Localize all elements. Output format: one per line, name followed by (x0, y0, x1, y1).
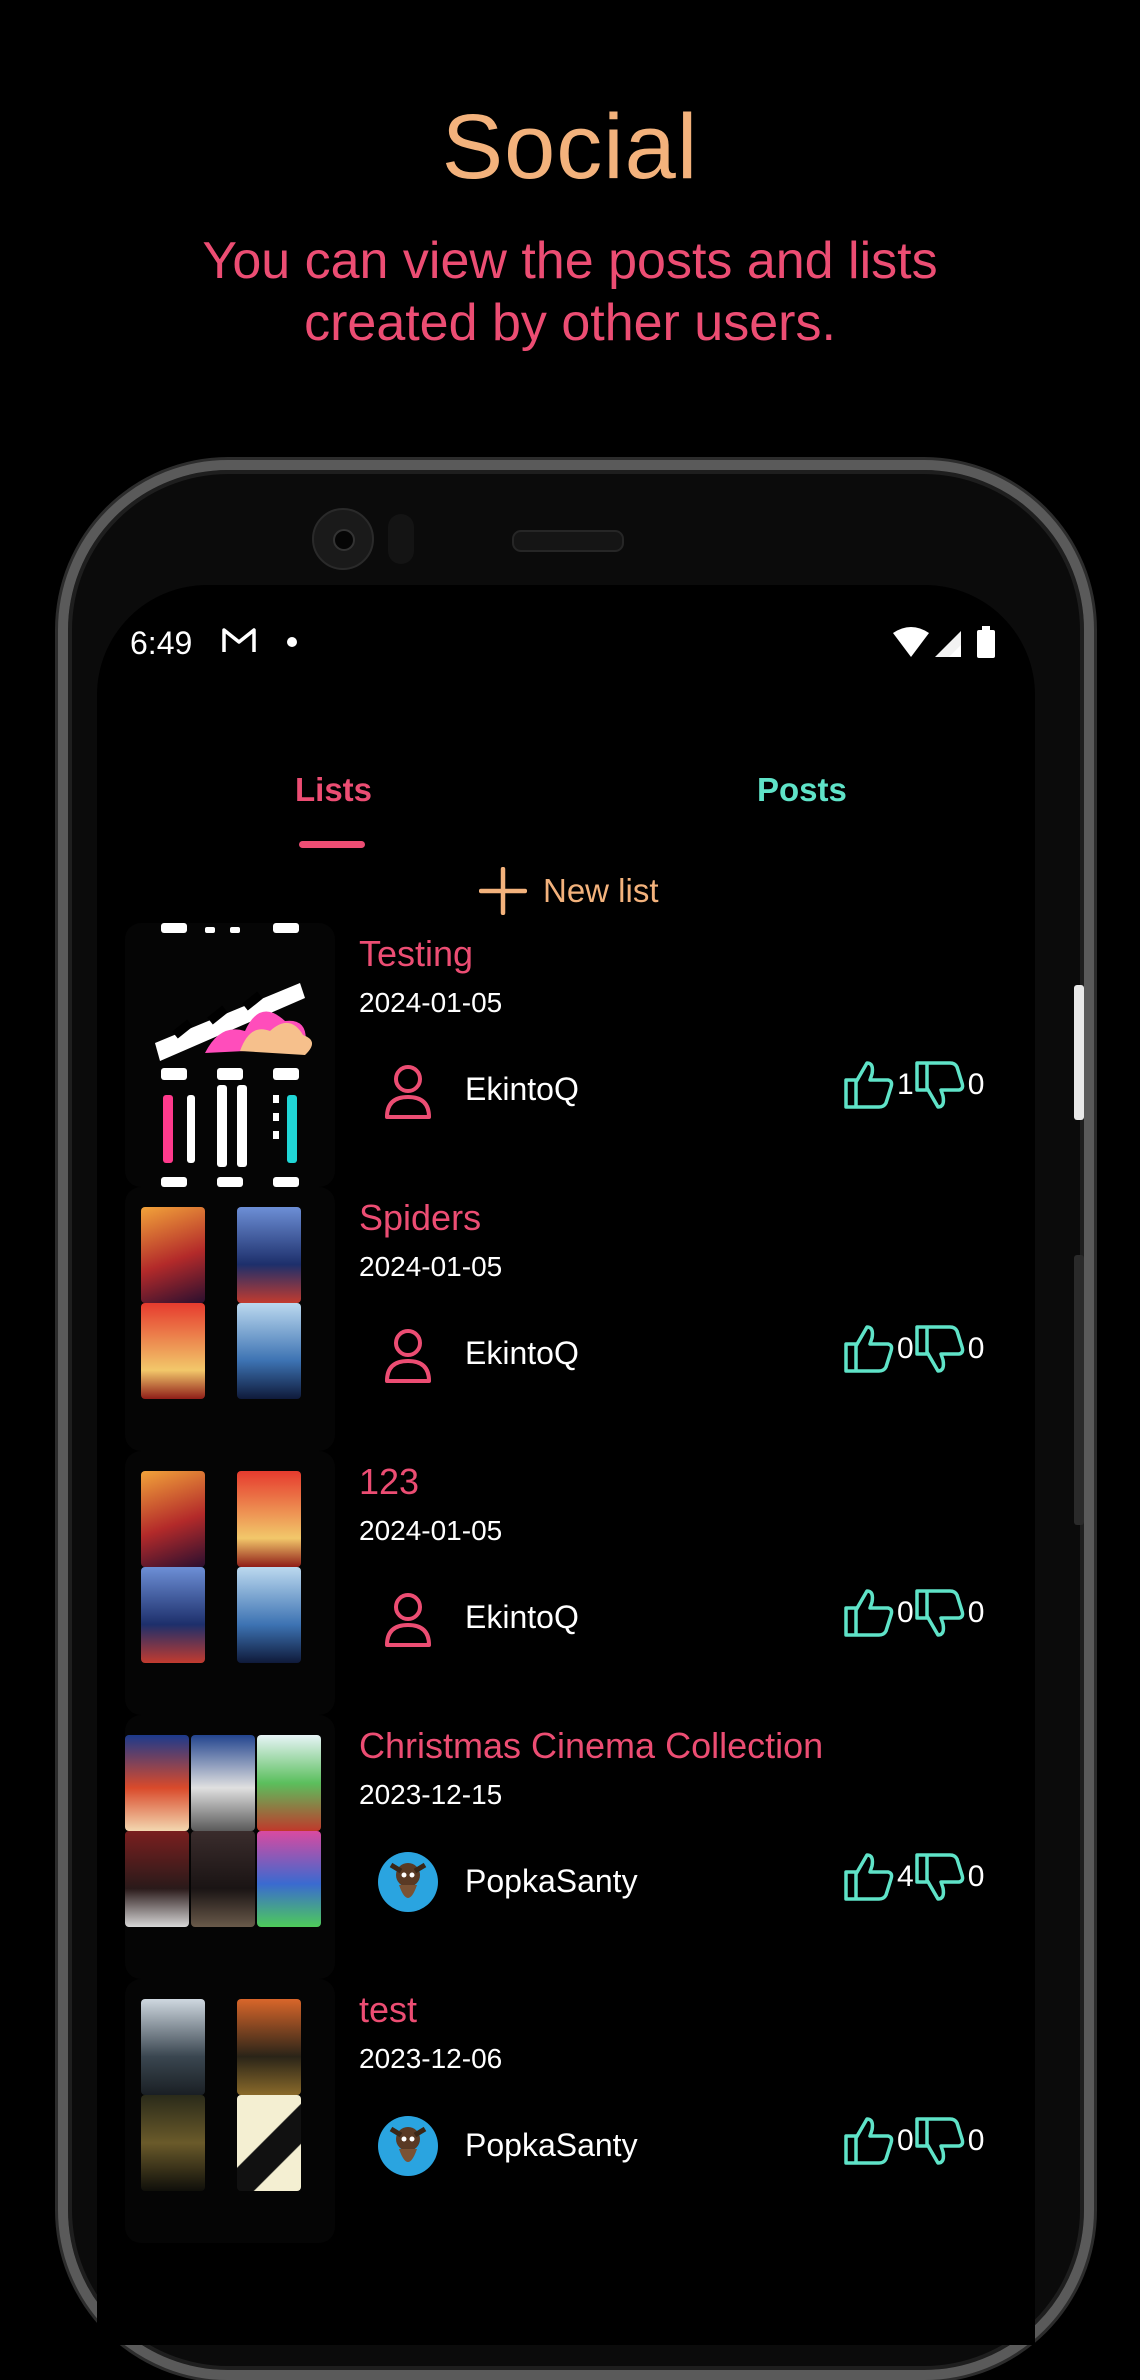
list-thumbnail-clapperboard (125, 923, 335, 1187)
volume-button (1074, 1255, 1084, 1525)
thumbs-down-icon[interactable] (914, 1060, 966, 1110)
proximity-sensor (388, 514, 414, 564)
power-button (1074, 985, 1084, 1120)
list-date: 2024-01-05 (359, 1251, 503, 1282)
tab-lists[interactable]: Lists (295, 771, 372, 809)
signal-icon (935, 631, 961, 657)
list-date: 2024-01-05 (359, 1515, 503, 1546)
like-count: 0 (897, 1596, 914, 1629)
active-tab-indicator (299, 841, 365, 848)
thumbs-down-icon[interactable] (914, 1852, 966, 1902)
vote-counter: 0 0 (843, 2113, 984, 2169)
thumbs-up-icon[interactable] (843, 1060, 895, 1110)
list-date: 2023-12-06 (359, 2043, 503, 2074)
person-outline-icon (385, 1065, 431, 1119)
gmail-icon (221, 625, 257, 660)
notification-dot-icon (287, 637, 297, 647)
list-thumbnail-posters (125, 1451, 335, 1715)
list-title: 123 (359, 1461, 420, 1502)
person-outline-icon (385, 1329, 431, 1383)
person-outline-icon (385, 1593, 431, 1647)
thumbs-down-icon[interactable] (914, 1588, 966, 1638)
dislike-count: 0 (967, 1068, 985, 1101)
system-status-icons (891, 625, 1001, 664)
thumbs-down-icon[interactable] (914, 1324, 966, 1374)
new-list-label: New list (543, 872, 659, 909)
user-photo-avatar (378, 1852, 438, 1912)
list-item[interactable]: Christmas Cinema Collection 2023-12-15 P… (125, 1715, 1005, 1979)
list-author: PopkaSanty (465, 2127, 638, 2163)
dislike-count: 0 (967, 1332, 985, 1365)
promo-title: Social (441, 96, 699, 198)
like-count: 4 (897, 1860, 914, 1893)
vote-counter: 4 0 (843, 1849, 984, 1905)
promo-subtitle: You can view the posts and lists created… (202, 232, 938, 352)
list-author: EkintoQ (465, 1599, 579, 1635)
thumbs-up-icon[interactable] (843, 2116, 895, 2166)
app-screen: 6:49 Lists Posts New list Testing 2024-0… (97, 585, 1035, 2345)
wifi-icon (893, 627, 929, 657)
list-date: 2023-12-15 (359, 1779, 503, 1810)
list-title: Spiders (359, 1197, 482, 1238)
like-count: 0 (897, 1332, 914, 1365)
front-camera (312, 508, 374, 570)
list-author: PopkaSanty (465, 1863, 638, 1899)
status-time: 6:49 (130, 625, 193, 661)
list-date: 2024-01-05 (359, 987, 503, 1018)
list-item[interactable]: Spiders 2024-01-05 EkintoQ 0 0 (125, 1187, 1005, 1451)
thumbs-up-icon[interactable] (843, 1588, 895, 1638)
vote-counter: 0 0 (843, 1585, 984, 1641)
vote-counter: 1 0 (843, 1057, 984, 1113)
dislike-count: 0 (967, 2124, 985, 2157)
thumbs-down-icon[interactable] (914, 2116, 966, 2166)
list-item[interactable]: 123 2024-01-05 EkintoQ 0 0 (125, 1451, 1005, 1715)
plus-icon (479, 867, 527, 915)
list-author: EkintoQ (465, 1071, 579, 1107)
dislike-count: 0 (967, 1596, 985, 1629)
earpiece-speaker (512, 530, 624, 552)
list-item[interactable]: Testing 2024-01-05 EkintoQ 1 0 (125, 923, 1005, 1187)
status-bar: 6:49 (97, 585, 1035, 695)
battery-icon (977, 626, 995, 658)
list-thumbnail-posters (125, 1715, 335, 1979)
tab-posts[interactable]: Posts (757, 771, 847, 809)
list-thumbnail-posters (125, 1187, 335, 1451)
thumbs-up-icon[interactable] (843, 1852, 895, 1902)
like-count: 0 (897, 2124, 914, 2157)
vote-counter: 0 0 (843, 1321, 984, 1377)
list-title: Christmas Cinema Collection (359, 1725, 824, 1766)
list-item[interactable]: test 2023-12-06 PopkaSanty 0 0 (125, 1979, 1005, 2243)
new-list-button[interactable]: New list (479, 863, 659, 919)
list-author: EkintoQ (465, 1335, 579, 1371)
list-thumbnail-posters (125, 1979, 335, 2243)
like-count: 1 (897, 1068, 914, 1101)
list-title: Testing (359, 933, 474, 974)
user-photo-avatar (378, 2116, 438, 2176)
dislike-count: 0 (967, 1860, 985, 1893)
list-title: test (359, 1989, 418, 2030)
thumbs-up-icon[interactable] (843, 1324, 895, 1374)
